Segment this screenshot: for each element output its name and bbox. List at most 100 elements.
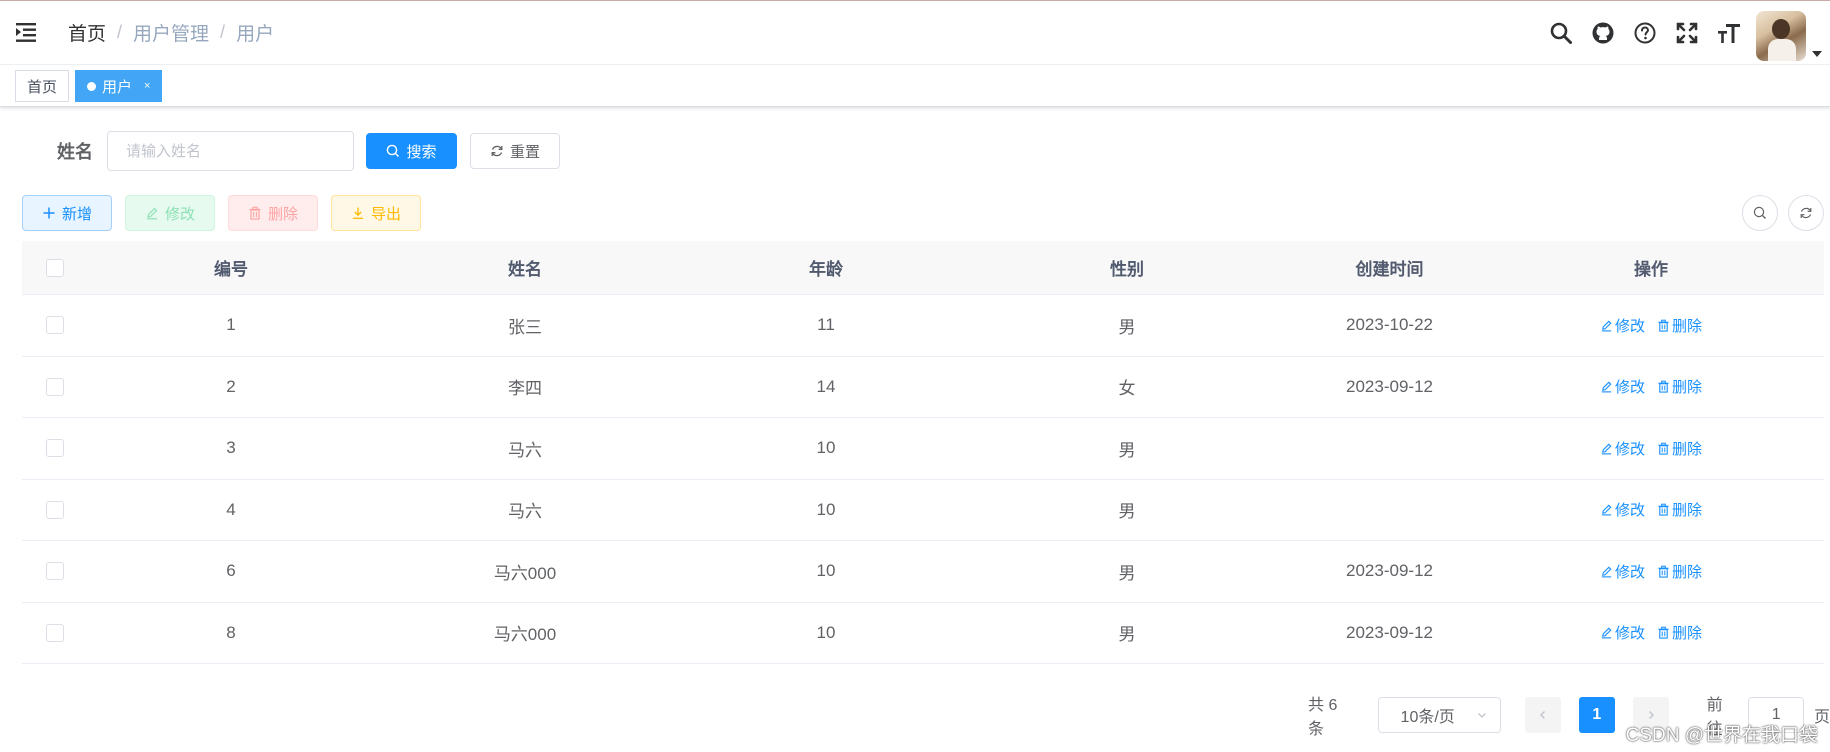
breadcrumb-user: 用户 [236,24,275,45]
row-delete-link[interactable]: 删除 [1657,561,1702,582]
row-edit-label: 修改 [1614,625,1645,643]
column-header-create-time: 创建时间 [1355,260,1424,279]
export-button[interactable]: 导出 [331,195,421,231]
header-checkbox-cell [22,258,88,277]
fullscreen-icon[interactable] [1666,1,1708,65]
row-checkbox[interactable] [46,316,64,335]
row-delete-link[interactable]: 删除 [1657,622,1702,643]
trash-icon [1658,565,1669,578]
row-edit-label: 修改 [1614,502,1645,520]
row-delete-link[interactable]: 删除 [1657,376,1702,397]
cell-create-time: 2023-10-22 [1346,315,1433,335]
table-row: 8 马六000 10 男 2023-09-12 修改 删除 [22,603,1824,664]
caret-down-icon [1812,51,1822,57]
cell-actions: 修改 删除 [1501,376,1801,397]
row-checkbox-cell [22,500,88,519]
edit-icon [1601,381,1612,393]
column-header-sex: 性别 [1110,260,1144,279]
toggle-search-button[interactable] [1742,195,1778,231]
trash-icon [1658,319,1669,332]
cell-sex: 男 [1118,502,1136,522]
cell-create-time: 2023-09-12 [1346,561,1433,581]
cell-actions: 修改 删除 [1501,315,1801,336]
table-row: 1 张三 11 男 2023-10-22 修改 删除 [22,295,1824,357]
row-edit-label: 修改 [1614,379,1645,397]
refresh-icon [491,145,503,157]
navbar: 首页 / 用户管理 / 用户 [0,1,1830,65]
tag-home[interactable]: 首页 [15,70,70,102]
row-edit-link[interactable]: 修改 [1600,622,1645,643]
row-delete-link[interactable]: 删除 [1657,315,1702,336]
select-all-checkbox[interactable] [46,258,64,277]
cell-age: 10 [816,622,836,642]
row-checkbox[interactable] [46,500,64,519]
page-number-current[interactable]: 1 [1578,697,1615,733]
add-button[interactable]: 新增 [22,195,112,231]
cell-id: 8 [226,622,236,642]
reset-button[interactable]: 重置 [470,133,560,169]
avatar[interactable] [1756,11,1806,61]
search-button[interactable]: 搜索 [366,133,457,169]
github-icon[interactable] [1582,1,1624,65]
row-edit-link[interactable]: 修改 [1600,561,1645,582]
cell-age: 14 [816,376,836,396]
row-checkbox[interactable] [46,377,64,396]
column-header-id: 编号 [214,260,248,279]
cell-name: 马六000 [493,625,557,645]
row-delete-link[interactable]: 删除 [1657,438,1702,459]
close-icon[interactable]: × [144,80,150,92]
row-checkbox[interactable] [46,562,64,581]
edit-icon [1601,320,1612,332]
edit-icon [1601,443,1612,455]
font-size-icon[interactable] [1708,1,1750,65]
delete-button[interactable]: 删除 [228,195,318,231]
cell-name: 马六000 [493,563,557,583]
table-body: 1 张三 11 男 2023-10-22 修改 删除 2 李四 14 女 202… [22,295,1824,664]
row-checkbox[interactable] [46,439,64,458]
refresh-icon [1800,207,1812,219]
column-header-age: 年龄 [809,260,843,279]
page-size-select[interactable]: 10条/页 [1377,697,1502,733]
edit-button[interactable]: 修改 [125,195,215,231]
toolbar: 新增 修改 删除 导出 [22,195,434,231]
cell-actions: 修改 删除 [1501,499,1801,520]
hamburger-icon[interactable] [14,19,40,45]
row-delete-link[interactable]: 删除 [1657,499,1702,520]
row-edit-link[interactable]: 修改 [1600,376,1645,397]
row-delete-label: 删除 [1672,317,1703,335]
row-edit-link[interactable]: 修改 [1600,438,1645,459]
breadcrumb-separator: / [117,22,123,42]
row-checkbox[interactable] [46,623,64,642]
question-icon[interactable] [1624,1,1666,65]
row-edit-link[interactable]: 修改 [1600,315,1645,336]
refresh-table-button[interactable] [1788,195,1824,231]
prev-page-button[interactable] [1525,697,1561,733]
table-row: 2 李四 14 女 2023-09-12 修改 删除 [22,357,1824,418]
tag-user[interactable]: 用户 × [75,70,163,102]
cell-id: 4 [226,499,236,519]
edit-icon [1601,504,1612,516]
chevron-left-icon [1540,711,1546,719]
pagination-total: 共 6 条 [1308,697,1338,738]
breadcrumb-home[interactable]: 首页 [68,19,106,46]
cell-name: 马六 [508,502,542,522]
row-delete-label: 删除 [1672,440,1703,458]
row-delete-label: 删除 [1672,379,1703,397]
tags-view: 首页 用户 × [0,66,1830,107]
tag-label: 用户 [102,78,133,96]
name-search-input[interactable] [107,131,354,171]
edit-icon [1601,627,1612,639]
edit-icon [146,207,158,220]
search-form: 姓名 搜索 重置 [57,131,560,171]
avatar-dropdown[interactable] [1756,5,1822,61]
download-icon [352,207,363,219]
search-icon[interactable] [1540,1,1582,65]
cell-name: 张三 [508,317,542,337]
row-edit-link[interactable]: 修改 [1600,499,1645,520]
cell-id: 2 [226,376,236,396]
cell-name: 马六 [508,440,542,460]
trash-icon [1658,380,1669,393]
trash-icon [1658,503,1669,516]
row-checkbox-cell [22,623,88,642]
cell-sex: 男 [1118,317,1136,337]
